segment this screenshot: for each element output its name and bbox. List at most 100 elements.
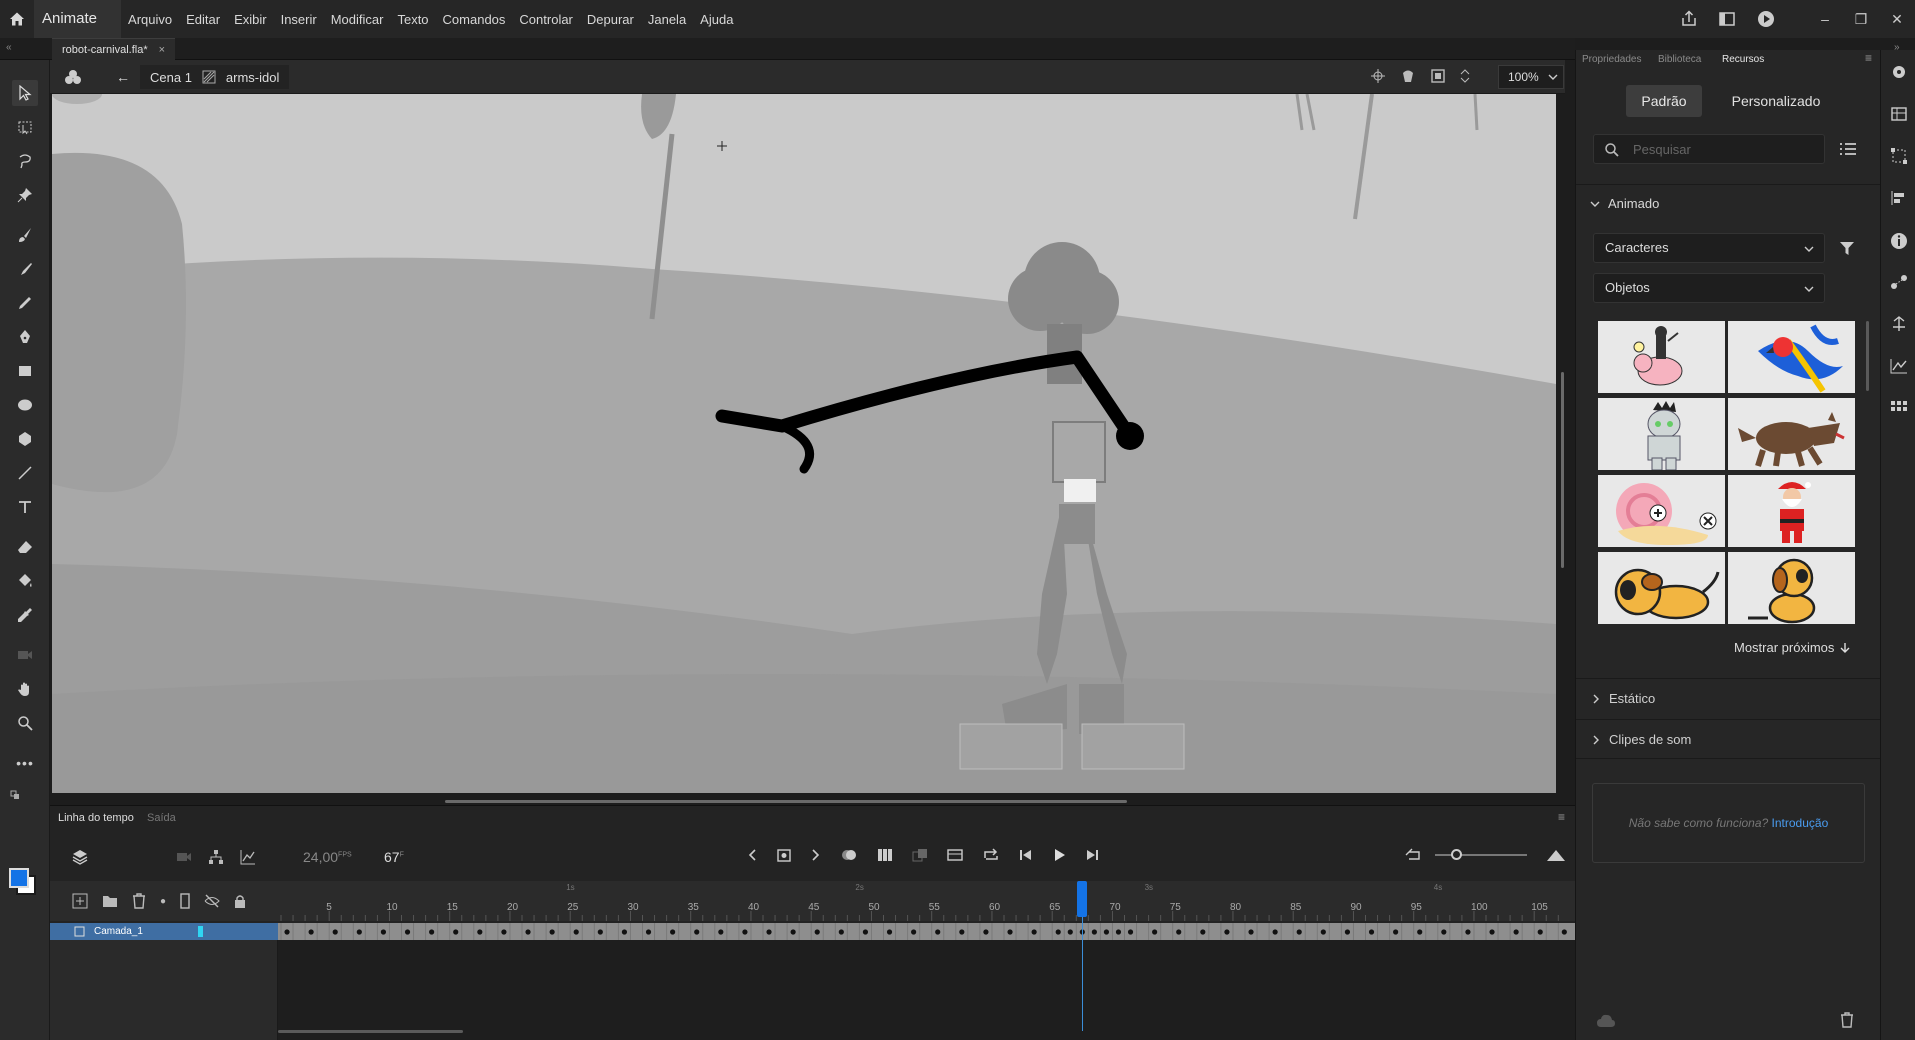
breadcrumb-scene[interactable]: Cena 1 xyxy=(150,70,192,85)
keyframe-dot[interactable] xyxy=(501,929,507,935)
swatches-panel-icon[interactable] xyxy=(1890,400,1908,416)
brush-tool-icon[interactable] xyxy=(12,256,38,282)
timeline-menu-icon[interactable]: ≡ xyxy=(1558,810,1565,824)
keyframe-dot[interactable] xyxy=(1031,929,1037,935)
menu-ajuda[interactable]: Ajuda xyxy=(693,12,740,27)
section-sound-clips[interactable]: Clipes de som xyxy=(1576,719,1881,759)
asset-thumb-pig-rider[interactable] xyxy=(1598,321,1725,393)
frame-view-options-icon[interactable] xyxy=(1546,848,1566,865)
keyframe-dot[interactable] xyxy=(1272,929,1278,935)
edit-symbols-icon[interactable] xyxy=(64,68,82,89)
play-icon[interactable] xyxy=(1052,848,1066,862)
keyframe-dot[interactable] xyxy=(694,929,700,935)
menu-texto[interactable]: Texto xyxy=(390,12,435,27)
oval-tool-icon[interactable] xyxy=(12,392,38,418)
delete-layer-icon[interactable] xyxy=(132,893,146,909)
document-tab[interactable]: robot-carnival.fla* × xyxy=(52,38,176,60)
zoom-stepper-icon[interactable] xyxy=(1460,68,1470,84)
fps-display[interactable]: 24,00FPS xyxy=(303,849,352,865)
menu-editar[interactable]: Editar xyxy=(179,12,227,27)
new-layer-icon[interactable] xyxy=(72,893,88,909)
show-next-button[interactable]: Mostrar próximos xyxy=(1734,640,1850,655)
keyframe-dot[interactable] xyxy=(1393,929,1399,935)
keyframe-dot[interactable] xyxy=(766,929,772,935)
zoom-tool-icon[interactable] xyxy=(12,710,38,736)
outline-layers-icon[interactable] xyxy=(180,893,190,909)
graph-editor-icon[interactable] xyxy=(240,849,256,868)
keyframe-dot[interactable] xyxy=(1489,929,1495,935)
keyframe-dot[interactable] xyxy=(429,929,435,935)
stage-canvas[interactable] xyxy=(52,94,1556,793)
keyframe-dot[interactable] xyxy=(911,929,917,935)
mode-custom-button[interactable]: Personalizado xyxy=(1711,85,1841,117)
hand-tool-icon[interactable] xyxy=(12,676,38,702)
motion-editor-icon[interactable] xyxy=(1890,358,1908,374)
sync-graphics-icon[interactable] xyxy=(912,848,928,862)
keyframe-dot[interactable] xyxy=(332,929,338,935)
workspace-layout-icon[interactable] xyxy=(1718,10,1736,28)
tab-recursos[interactable]: Recursos xyxy=(1722,54,1764,65)
keyframe-dot[interactable] xyxy=(1200,929,1206,935)
keyframe-dot[interactable] xyxy=(1320,929,1326,935)
keyframe-dot[interactable] xyxy=(1007,929,1013,935)
keyframe-dot[interactable] xyxy=(886,929,893,935)
stroke-color-swatch[interactable] xyxy=(9,868,29,888)
document-tab-close[interactable]: × xyxy=(159,44,165,56)
keyframe-dot[interactable] xyxy=(453,929,459,935)
keyframe-dot[interactable] xyxy=(742,929,748,935)
asset-thumb-dog-sitting[interactable] xyxy=(1728,552,1855,624)
pencil-tool-icon[interactable] xyxy=(12,290,38,316)
eyedropper-tool-icon[interactable] xyxy=(12,602,38,628)
keyframe-dot[interactable] xyxy=(814,929,820,935)
frame-ruler[interactable]: 1s 2s 3s 4s 5 10 15 20 25 30 35 40 45 50 55 60 65 70 75 80… xyxy=(278,881,1575,921)
zoom-select[interactable]: 100% xyxy=(1498,65,1564,89)
menu-controlar[interactable]: Controlar xyxy=(512,12,579,27)
keyframe-dot[interactable] xyxy=(1561,929,1567,935)
lock-layers-icon[interactable] xyxy=(234,894,246,908)
paint-brush-tool-icon[interactable] xyxy=(12,222,38,248)
home-icon[interactable] xyxy=(0,0,34,38)
new-folder-icon[interactable] xyxy=(102,893,118,909)
asset-thumb-dog-lying[interactable] xyxy=(1598,552,1725,624)
list-view-icon[interactable] xyxy=(1839,141,1857,160)
keyframe-dot[interactable] xyxy=(935,929,941,935)
selection-tool-icon[interactable] xyxy=(12,80,38,106)
filter-icon[interactable] xyxy=(1839,240,1855,259)
paint-bucket-tool-icon[interactable] xyxy=(12,568,38,594)
step-back-icon[interactable] xyxy=(1019,848,1033,862)
collapse-panels-icon[interactable]: » xyxy=(1894,42,1900,53)
keyframe-dot[interactable] xyxy=(838,929,844,935)
menu-inserir[interactable]: Inserir xyxy=(274,12,324,27)
menu-comandos[interactable]: Comandos xyxy=(436,12,513,27)
keyframe-dot[interactable] xyxy=(1103,929,1110,935)
assets-panel-icon[interactable] xyxy=(1890,64,1908,80)
motion-presets-icon[interactable] xyxy=(1890,274,1908,290)
playhead-handle[interactable] xyxy=(1077,881,1088,917)
clip-frames-icon[interactable] xyxy=(947,848,963,862)
keyframe-dot[interactable] xyxy=(1091,929,1097,935)
keyframe-dot[interactable] xyxy=(1055,929,1061,935)
highlight-layers-icon[interactable]: ● xyxy=(160,896,166,907)
asset-thumb-snail[interactable] xyxy=(1598,475,1725,547)
keyframe-dot[interactable] xyxy=(284,929,290,935)
snap-center-icon[interactable] xyxy=(1370,68,1386,84)
stage-horizontal-scrollbar[interactable] xyxy=(445,800,1127,803)
components-panel-icon[interactable] xyxy=(1890,316,1908,332)
keyframe-dot[interactable] xyxy=(1537,929,1543,935)
frame-width-slider-thumb[interactable] xyxy=(1451,849,1462,860)
section-static[interactable]: Estático xyxy=(1576,678,1881,718)
eraser-tool-icon[interactable] xyxy=(12,534,38,560)
insert-keyframe-icon[interactable] xyxy=(776,847,792,863)
library-panel-icon[interactable] xyxy=(1890,106,1908,122)
tab-propriedades[interactable]: Propriedades xyxy=(1582,54,1641,65)
step-forward-icon[interactable] xyxy=(1085,848,1099,862)
close-window-icon[interactable]: ✕ xyxy=(1879,11,1915,28)
menu-arquivo[interactable]: Arquivo xyxy=(121,12,179,27)
panel-menu-icon[interactable]: ≡ xyxy=(1865,51,1872,65)
menu-modificar[interactable]: Modificar xyxy=(324,12,391,27)
keyframe-dot[interactable] xyxy=(477,929,483,935)
tab-timeline[interactable]: Linha do tempo xyxy=(58,812,134,824)
keyframe-dot[interactable] xyxy=(1127,929,1134,935)
lasso-tool-icon[interactable] xyxy=(12,148,38,174)
layer-row-camada-1[interactable]: Camada_1 xyxy=(50,923,278,940)
